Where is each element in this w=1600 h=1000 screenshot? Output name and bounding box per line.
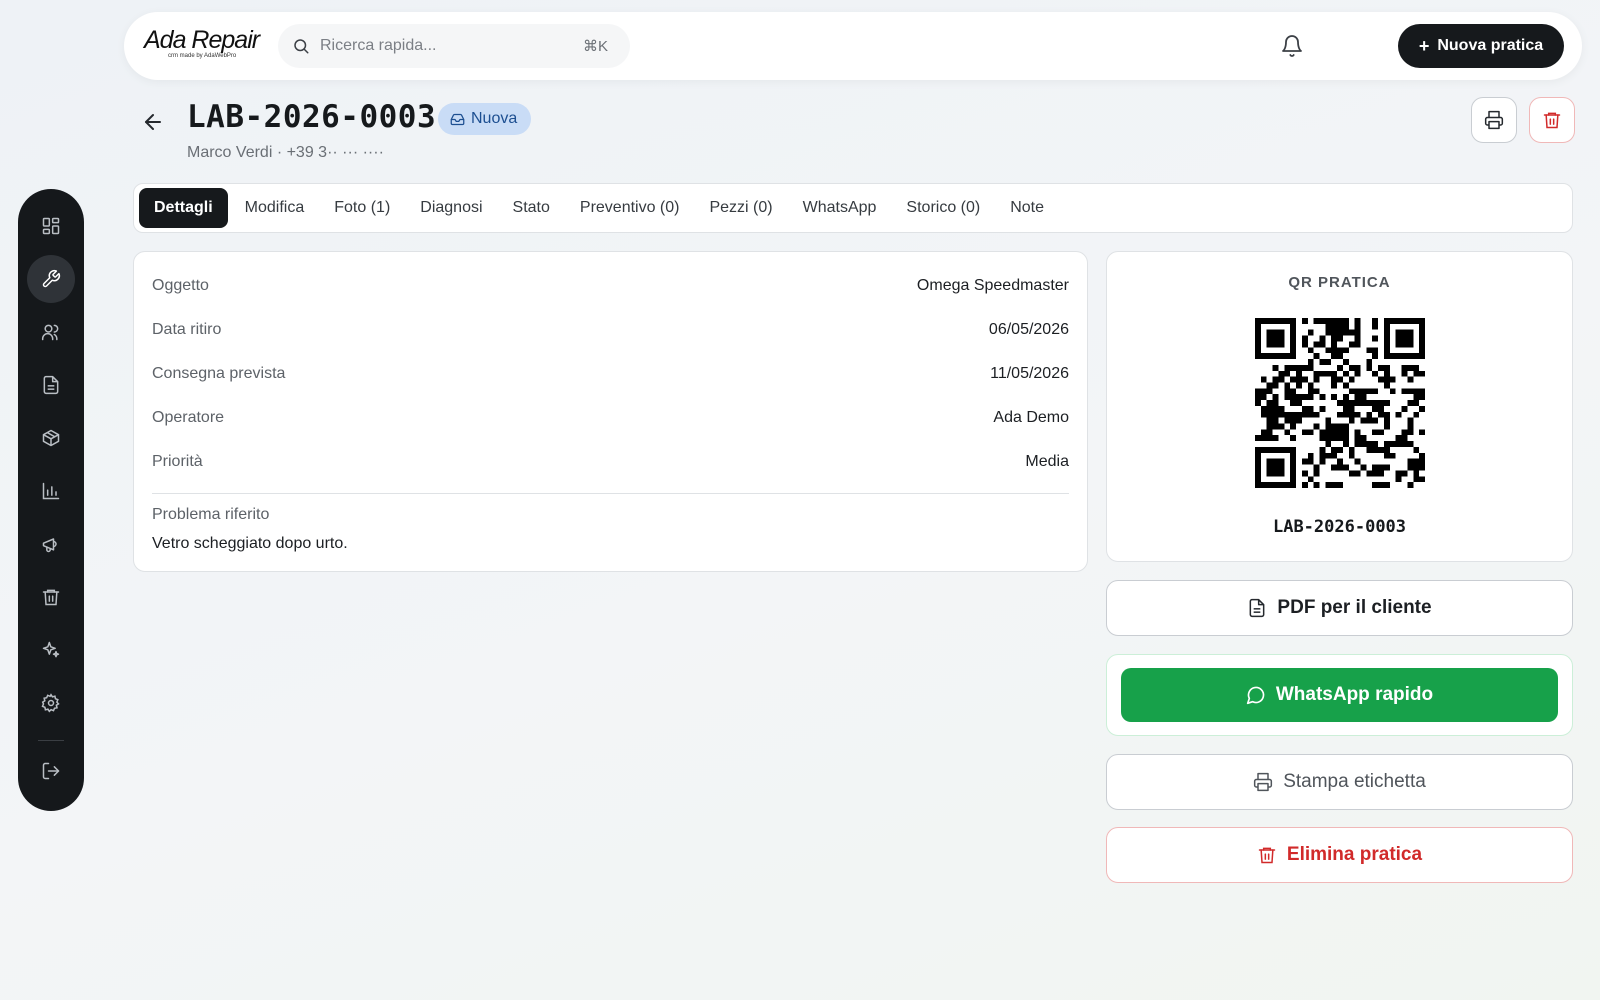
tab-storico[interactable]: Storico (0) bbox=[891, 188, 995, 228]
logout-icon bbox=[42, 762, 60, 780]
users-icon bbox=[41, 324, 59, 341]
inbox-icon bbox=[450, 113, 465, 125]
detail-row: Operatore Ada Demo bbox=[152, 406, 1069, 430]
bar-chart-icon bbox=[42, 482, 60, 500]
wrench-icon bbox=[42, 269, 61, 288]
print-label-text: Stampa etichetta bbox=[1283, 771, 1426, 792]
sidebar-item-settings[interactable] bbox=[27, 679, 75, 727]
qr-card: QR PRATICA LAB-2026-0003 bbox=[1106, 251, 1573, 562]
back-arrow-icon[interactable] bbox=[141, 110, 165, 134]
search-bar[interactable]: ⌘K bbox=[278, 24, 630, 68]
tab-stato[interactable]: Stato bbox=[498, 188, 565, 228]
tab-dettagli[interactable]: Dettagli bbox=[139, 188, 228, 228]
tab-whatsapp[interactable]: WhatsApp bbox=[788, 188, 892, 228]
tab-pezzi[interactable]: Pezzi (0) bbox=[694, 188, 787, 228]
trash-icon bbox=[42, 589, 60, 606]
tab-preventivo[interactable]: Preventivo (0) bbox=[565, 188, 695, 228]
detail-label: Priorità bbox=[152, 453, 203, 470]
trash-icon bbox=[1543, 112, 1561, 129]
search-input[interactable] bbox=[320, 34, 560, 58]
settings-icon bbox=[41, 693, 60, 713]
detail-row: Consegna prevista 11/05/2026 bbox=[152, 362, 1069, 386]
print-button[interactable] bbox=[1471, 97, 1517, 143]
sparkles-icon bbox=[42, 641, 60, 658]
whatsapp-quick-label: WhatsApp rapido bbox=[1275, 684, 1434, 705]
detail-label: Operatore bbox=[152, 409, 225, 426]
delete-case-label: Elimina pratica bbox=[1286, 844, 1423, 865]
detail-value: Media bbox=[1025, 453, 1069, 470]
sidebar-item-repairs[interactable] bbox=[27, 255, 75, 303]
app-logo[interactable]: Ada Repair crm made by AdaWebPro bbox=[144, 26, 266, 70]
tab-diagnosi[interactable]: Diagnosi bbox=[405, 188, 497, 228]
detail-label: Consegna prevista bbox=[152, 365, 286, 382]
detail-row: Data ritiro 06/05/2026 bbox=[152, 318, 1069, 342]
problem-label: Problema riferito bbox=[152, 506, 270, 523]
chat-bubble-icon bbox=[1246, 686, 1265, 705]
search-shortcut: ⌘K bbox=[582, 38, 608, 55]
tab-bar: Dettagli Modifica Foto (1) Diagnosi Stat… bbox=[133, 183, 1573, 233]
megaphone-icon bbox=[42, 538, 57, 553]
whatsapp-quick-button[interactable]: WhatsApp rapido bbox=[1121, 668, 1558, 722]
detail-value: Omega Speedmaster bbox=[916, 277, 1069, 294]
new-case-button[interactable]: + Nuova pratica bbox=[1398, 24, 1564, 68]
customer-info: Marco Verdi · +39 3·· ··· ···· bbox=[187, 144, 384, 161]
document-icon bbox=[1250, 598, 1265, 618]
top-bar: Ada Repair crm made by AdaWebPro ⌘K + Nu… bbox=[124, 12, 1582, 80]
sidebar-item-inventory[interactable] bbox=[27, 414, 75, 462]
document-icon bbox=[43, 375, 59, 395]
qr-code bbox=[1255, 318, 1425, 488]
trash-icon bbox=[1258, 847, 1276, 864]
detail-label: Data ritiro bbox=[152, 321, 222, 338]
sidebar-item-reports[interactable] bbox=[27, 467, 75, 515]
sidebar-item-ai[interactable] bbox=[27, 626, 75, 674]
details-card: Oggetto Omega Speedmaster Data ritiro 06… bbox=[133, 251, 1088, 572]
printer-icon bbox=[1484, 110, 1504, 130]
status-badge-label: Nuova bbox=[471, 110, 518, 127]
divider bbox=[152, 493, 1069, 494]
page-title: LAB-2026-0003 bbox=[187, 99, 437, 135]
pdf-customer-button[interactable]: PDF per il cliente bbox=[1106, 580, 1573, 636]
dashboard-icon bbox=[42, 217, 60, 235]
problem-text: Vetro scheggiato dopo urto. bbox=[152, 535, 348, 552]
detail-row: Priorità Media bbox=[152, 450, 1069, 474]
search-icon bbox=[294, 39, 309, 54]
detail-value: 06/05/2026 bbox=[988, 321, 1069, 338]
qr-caption: LAB-2026-0003 bbox=[1272, 517, 1407, 537]
pdf-customer-label: PDF per il cliente bbox=[1277, 597, 1432, 618]
detail-value: Ada Demo bbox=[993, 409, 1069, 426]
detail-row: Oggetto Omega Speedmaster bbox=[152, 274, 1069, 298]
logo-text: Ada Repair bbox=[144, 26, 260, 54]
whatsapp-panel: WhatsApp rapido bbox=[1106, 654, 1573, 736]
sidebar-item-logout[interactable] bbox=[27, 747, 75, 795]
bell-icon[interactable] bbox=[1280, 34, 1304, 58]
status-badge: Nuova bbox=[438, 103, 532, 135]
delete-button[interactable] bbox=[1529, 97, 1575, 143]
sidebar-item-documents[interactable] bbox=[27, 361, 75, 409]
detail-label: Oggetto bbox=[152, 277, 209, 294]
tab-note[interactable]: Note bbox=[995, 188, 1059, 228]
sidebar-item-dashboard[interactable] bbox=[27, 202, 75, 250]
sidebar-item-customers[interactable] bbox=[27, 308, 75, 356]
print-label-button[interactable]: Stampa etichetta bbox=[1106, 754, 1573, 810]
new-case-label: Nuova pratica bbox=[1437, 37, 1544, 54]
qr-title: QR PRATICA bbox=[1288, 274, 1391, 291]
sidebar-item-marketing[interactable] bbox=[27, 520, 75, 568]
plus-icon: + bbox=[1418, 35, 1430, 56]
printer-icon bbox=[1254, 772, 1273, 792]
sidebar bbox=[18, 189, 84, 811]
package-icon bbox=[42, 429, 60, 447]
sidebar-divider bbox=[38, 740, 64, 741]
sidebar-item-trash[interactable] bbox=[27, 573, 75, 621]
delete-case-button[interactable]: Elimina pratica bbox=[1106, 827, 1573, 883]
tab-foto[interactable]: Foto (1) bbox=[319, 188, 405, 228]
tab-modifica[interactable]: Modifica bbox=[230, 188, 320, 228]
detail-value: 11/05/2026 bbox=[990, 365, 1069, 382]
